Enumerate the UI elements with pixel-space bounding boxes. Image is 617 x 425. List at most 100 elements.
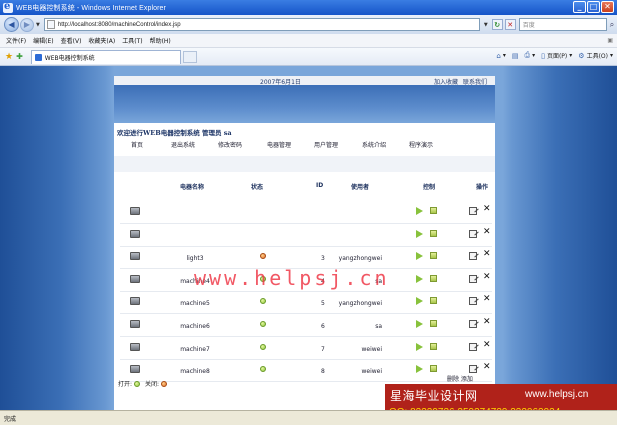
tab-page-icon (34, 53, 42, 61)
play-icon[interactable] (416, 252, 423, 261)
refresh-icon: ↻ (494, 20, 501, 29)
url-dropdown-icon[interactable]: ▼ (484, 22, 488, 28)
stop-button[interactable]: ✕ (504, 19, 516, 30)
header-user: 使用者 (351, 184, 370, 191)
delete-icon[interactable]: ✕ (483, 363, 491, 372)
stop-icon[interactable] (430, 207, 437, 214)
nav-change-password[interactable]: 修改密码 (218, 140, 242, 149)
menu-help[interactable]: 帮助(H) (150, 36, 171, 45)
search-input[interactable]: 百度 (518, 18, 607, 31)
stop-icon[interactable] (430, 320, 437, 327)
menu-edit[interactable]: 编辑(E) (33, 36, 53, 45)
table-row: machine8 8 weiwei ✕ (120, 360, 492, 383)
status-legend: 打开: 关闭: (118, 379, 170, 388)
command-bar: ★ ✚ WEB电器控制系统 ⌂ ▾ ▤ ⎙ ▾ ▯ 页面(P) ▾ ⚙ 工具(O) ▾ (0, 48, 617, 66)
menu-tools[interactable]: 工具(T) (122, 36, 142, 45)
nav-demo[interactable]: 程序演示 (409, 140, 433, 149)
delete-icon[interactable]: ✕ (483, 205, 491, 214)
play-icon[interactable] (416, 207, 423, 215)
delete-icon[interactable]: ✕ (483, 318, 491, 327)
back-arrow-icon: ◀ (8, 20, 15, 29)
links-icon[interactable]: ▣ (607, 37, 613, 44)
table-row: machine6 6 sa ✕ (120, 315, 492, 337)
header-id: ID (316, 182, 324, 189)
tools-menu-button[interactable]: ⚙ 工具(O) ▾ (578, 51, 613, 61)
device-name: light3 (186, 255, 204, 263)
print-button[interactable]: ⎙ ▾ (524, 51, 535, 60)
edit-icon[interactable] (469, 297, 477, 306)
new-tab-button[interactable] (182, 50, 197, 63)
edit-icon[interactable] (469, 342, 477, 351)
search-icon[interactable]: ⌕ (610, 20, 614, 30)
close-button[interactable]: ✕ (601, 1, 614, 13)
add-favorite-icon[interactable]: ✚ (16, 52, 23, 61)
stop-icon[interactable] (430, 229, 437, 237)
play-icon[interactable] (416, 274, 423, 283)
url-text: http://localhost:8080/machineControl/ind… (57, 21, 181, 28)
delete-icon[interactable]: ✕ (483, 272, 491, 282)
nav-user-management[interactable]: 用户管理 (314, 140, 338, 149)
delete-icon[interactable]: ✕ (483, 295, 491, 304)
stop-icon[interactable] (430, 365, 437, 373)
header-name: 电器名称 (180, 184, 205, 191)
edit-icon[interactable] (469, 229, 477, 238)
device-user: weiwei (361, 345, 382, 353)
nav-device-management[interactable]: 电器管理 (267, 140, 291, 149)
menu-file[interactable]: 文件(F) (6, 36, 26, 45)
forward-arrow-icon: ▶ (23, 20, 31, 29)
maximize-button[interactable]: □ (587, 1, 600, 13)
window-controls: _ □ ✕ (573, 1, 614, 13)
feeds-icon: ▤ (511, 51, 519, 60)
legend-on-dot (134, 381, 141, 387)
address-tools: ▼ ↻ ✕ (482, 19, 516, 30)
play-icon[interactable] (416, 297, 423, 306)
watermark-text: www.helpsj.cn (194, 266, 390, 290)
minimize-button[interactable]: _ (573, 1, 586, 13)
table-row: machine5 5 yangzhongwei ✕ (120, 292, 492, 315)
menu-favorites[interactable]: 收藏夹(A) (88, 36, 115, 45)
stop-icon[interactable] (430, 297, 437, 305)
status-text: 完成 (4, 416, 17, 423)
edit-icon[interactable] (469, 207, 477, 215)
play-icon[interactable] (416, 320, 423, 328)
device-name: machine6 (180, 323, 210, 330)
header-control: 控制 (423, 184, 436, 191)
header-action: 操作 (476, 184, 489, 191)
history-dropdown-icon[interactable]: ▼ (36, 22, 40, 28)
nav-system-intro[interactable]: 系统介绍 (362, 140, 386, 149)
stop-icon[interactable] (430, 342, 437, 350)
delete-icon[interactable]: ✕ (483, 250, 491, 259)
stop-icon[interactable] (430, 252, 437, 260)
legend-off-dot (160, 381, 167, 387)
delete-icon[interactable]: ✕ (483, 340, 491, 350)
play-icon[interactable] (416, 365, 423, 374)
nav-logout[interactable]: 退出系统 (171, 140, 195, 149)
home-button[interactable]: ⌂ ▾ (496, 52, 505, 60)
nav-home[interactable]: 首页 (131, 140, 143, 149)
delete-icon[interactable]: ✕ (483, 227, 491, 237)
menu-view[interactable]: 查看(V) (61, 36, 82, 45)
favorites-star-icon[interactable]: ★ (5, 52, 13, 62)
footer-link-partial[interactable]: 删除 添加 (447, 374, 473, 383)
edit-icon[interactable] (469, 365, 477, 374)
edit-icon[interactable] (469, 320, 477, 328)
device-user: yangzhongwei (338, 300, 382, 308)
tab-current[interactable]: WEB电器控制系统 (30, 49, 181, 64)
edit-icon[interactable] (469, 252, 477, 261)
stop-icon[interactable] (430, 274, 437, 282)
play-icon[interactable] (416, 229, 423, 238)
play-icon[interactable] (416, 342, 423, 351)
device-icon (130, 229, 140, 238)
device-user: weiwei (361, 368, 382, 376)
refresh-button[interactable]: ↻ (491, 19, 503, 30)
device-user: sa (375, 323, 382, 330)
url-field[interactable]: http://localhost:8080/machineControl/ind… (43, 18, 480, 31)
edit-icon[interactable] (469, 274, 477, 283)
forward-button[interactable]: ▶ (20, 17, 34, 32)
separator-band (114, 156, 495, 172)
legend-on-label: 打开: (118, 381, 133, 388)
page-menu-button[interactable]: ▯ 页面(P) ▾ (541, 51, 572, 61)
web-page: 2007年6月1日 加入收藏 联系我们 欢迎进行WEB电器控制系统 管理员 sa… (114, 76, 495, 410)
back-button[interactable]: ◀ (4, 17, 19, 32)
feeds-button[interactable]: ▤ (512, 52, 519, 60)
